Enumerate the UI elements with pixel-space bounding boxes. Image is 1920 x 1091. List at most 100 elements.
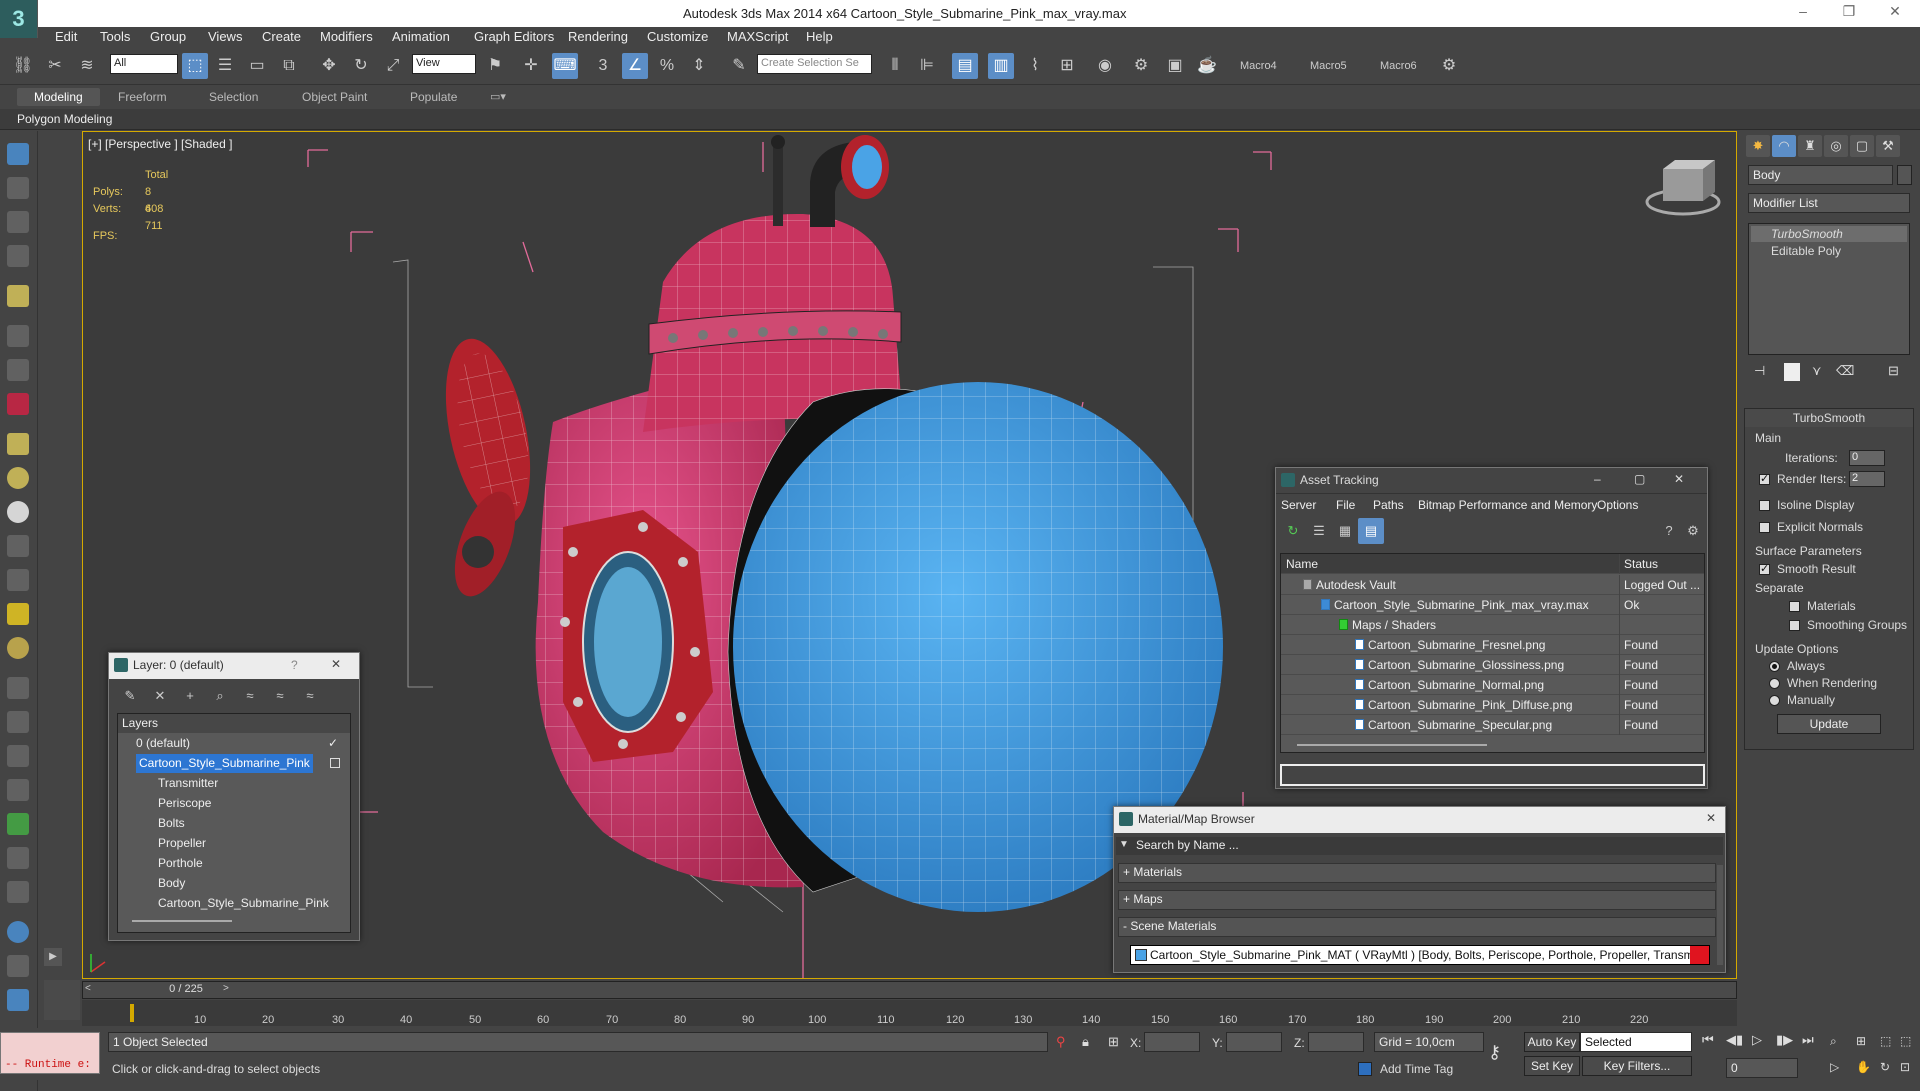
render-setup-icon[interactable]: ⚙ [1128, 53, 1154, 79]
table-row[interactable]: Maps / Shaders [1281, 615, 1704, 635]
maps-section[interactable]: + Maps [1118, 890, 1716, 910]
snap-toggle-icon[interactable]: 3 [590, 53, 616, 79]
asset-scrollbar[interactable] [1297, 744, 1487, 746]
script-icon[interactable] [7, 881, 29, 903]
gear-icon[interactable]: ⚙ [1436, 53, 1462, 79]
helper-icon[interactable] [7, 359, 29, 381]
z-coordinate-input[interactable] [1308, 1032, 1364, 1052]
stack-item-editable-poly[interactable]: Editable Poly [1751, 243, 1907, 259]
window-crossing-icon[interactable]: ⧉ [276, 53, 302, 79]
hf-icon[interactable] [7, 847, 29, 869]
layer-submarine[interactable]: Cartoon_Style_Submarine_Pink [120, 754, 348, 773]
material-window-close[interactable]: ✕ [1706, 811, 1716, 825]
unlink-icon[interactable]: ✂ [42, 53, 68, 79]
particles-icon[interactable] [7, 677, 29, 699]
layer-explorer-icon[interactable]: ▥ [988, 53, 1014, 79]
manipulate-icon[interactable]: ✛ [518, 53, 544, 79]
object-color-swatch[interactable] [1897, 165, 1912, 185]
configure-sets-icon[interactable]: ⊟ [1888, 363, 1899, 379]
mini-listener-toggle[interactable] [44, 980, 80, 1020]
sun-icon[interactable] [7, 603, 29, 625]
zoom-extents-icon[interactable]: ⬚ [1880, 1034, 1891, 1048]
list-item[interactable]: Porthole [120, 854, 348, 873]
material-scrollbar[interactable] [1717, 865, 1723, 965]
zoom-all-icon[interactable]: ⊞ [1856, 1034, 1866, 1048]
render-iters-checkbox[interactable] [1759, 472, 1770, 485]
y-coordinate-input[interactable] [1226, 1032, 1282, 1052]
selection-lock-icon[interactable]: 🔒︎ [1082, 1034, 1089, 1050]
list-view-icon[interactable]: ☰ [1306, 518, 1332, 544]
polygon-modeling-panel[interactable]: Polygon Modeling [0, 109, 1920, 130]
table-row[interactable]: Autodesk Vault Logged Out ... [1281, 575, 1704, 595]
zoom-icon[interactable]: ⌕ [1830, 1034, 1837, 1049]
material-editor-icon[interactable]: ◉ [1092, 53, 1118, 79]
materials-checkbox[interactable] [1789, 601, 1800, 612]
list-item[interactable]: Body [120, 874, 348, 893]
rendered-frame-icon[interactable]: ▣ [1162, 53, 1188, 79]
highlight-layer-icon[interactable]: ≈ [237, 683, 263, 709]
maximize-viewport-icon[interactable]: ⊡ [1900, 1060, 1910, 1074]
scene-material-item[interactable]: Cartoon_Style_Submarine_Pink_MAT ( VRayM… [1130, 945, 1710, 965]
current-frame-input[interactable]: 0 [1726, 1058, 1798, 1078]
search-options-icon[interactable]: ▼ [1119, 839, 1129, 850]
asset-menu-options[interactable]: Options [1597, 498, 1638, 512]
next-key-icon[interactable]: ▮▶ [1776, 1032, 1793, 1048]
object-name-input[interactable]: Body [1748, 165, 1893, 185]
video-icon[interactable] [7, 989, 29, 1011]
macro6-button[interactable]: Macro6 [1380, 60, 1417, 72]
edit-named-selection-icon[interactable]: ✎ [726, 53, 752, 79]
menu-rendering[interactable]: Rendering [568, 29, 628, 44]
table-row[interactable]: Cartoon_Submarine_Glossiness.png Found [1281, 655, 1704, 675]
macro5-button[interactable]: Macro5 [1310, 60, 1347, 72]
key-icon[interactable]: ⚷ [1488, 1042, 1501, 1063]
list-item[interactable]: Cartoon_Style_Submarine_Pink [120, 894, 348, 913]
align-icon[interactable]: ⊫ [914, 53, 940, 79]
add-time-tag[interactable]: Add Time Tag [1380, 1062, 1453, 1076]
film-icon[interactable] [7, 393, 29, 415]
make-unique-icon[interactable]: ⋎ [1812, 363, 1822, 379]
set-key-button[interactable]: Set Key [1524, 1056, 1580, 1076]
create-tab-icon[interactable]: ✸ [1746, 135, 1770, 157]
turbosmooth-rollout-title[interactable]: TurboSmooth [1745, 409, 1913, 427]
hand-icon[interactable] [7, 535, 29, 557]
list-item[interactable]: Bolts [120, 814, 348, 833]
asset-minimize-button[interactable]: – [1594, 472, 1601, 486]
pan-icon[interactable]: ✋ [1856, 1060, 1871, 1074]
menu-help[interactable]: Help [806, 29, 833, 44]
update-button[interactable]: Update [1777, 714, 1881, 734]
layer-window-close[interactable]: ✕ [331, 657, 341, 671]
table-view-icon[interactable]: ▤ [1358, 518, 1384, 544]
stack-item-turbosmooth[interactable]: TurboSmooth [1751, 226, 1907, 242]
render-iters-spinner[interactable]: 2 [1849, 471, 1885, 487]
iterations-spinner[interactable]: 0 [1849, 450, 1885, 466]
asset-maximize-button[interactable]: ▢ [1634, 472, 1645, 486]
time-cursor[interactable] [130, 1004, 134, 1022]
menu-create[interactable]: Create [262, 29, 301, 44]
keyboard-shortcut-icon[interactable]: ⌨ [552, 53, 578, 79]
select-object-icon[interactable]: ⬚ [182, 53, 208, 79]
tab-modeling[interactable]: Modeling [17, 88, 100, 106]
asset-menu-server[interactable]: Server [1281, 498, 1316, 512]
tab-populate[interactable]: Populate [410, 90, 457, 104]
asset-options-icon[interactable]: ⚙ [1680, 518, 1706, 544]
refresh-icon[interactable]: ↻ [1280, 518, 1306, 544]
maxscript-listener[interactable]: -- Runtime e: [0, 1032, 100, 1074]
macro4-button[interactable]: Macro4 [1240, 60, 1277, 72]
modifier-list-dropdown[interactable]: Modifier List [1748, 193, 1910, 213]
environment-icon[interactable] [7, 921, 29, 943]
prev-key-icon[interactable]: ◀▮ [1726, 1032, 1743, 1048]
list-item[interactable]: Propeller [120, 834, 348, 853]
smooth-result-checkbox[interactable] [1759, 562, 1770, 575]
smoothing-groups-checkbox[interactable] [1789, 620, 1800, 631]
current-layer-check-icon[interactable]: ✓ [328, 734, 338, 753]
tab-selection[interactable]: Selection [209, 90, 258, 104]
explicit-normals-checkbox[interactable] [1759, 522, 1770, 533]
camera-icon[interactable] [7, 325, 29, 347]
material-search-input[interactable]: Search by Name ... [1116, 837, 1723, 855]
menu-graph-editors[interactable]: Graph Editors [474, 29, 554, 44]
auto-key-button[interactable]: Auto Key [1524, 1032, 1580, 1052]
hide-layers-icon[interactable]: ≈ [267, 683, 293, 709]
select-layer-icon[interactable]: ⌕ [207, 683, 233, 709]
prev-frame-icon[interactable]: < [85, 983, 91, 994]
list-item[interactable]: Transmitter [120, 774, 348, 793]
